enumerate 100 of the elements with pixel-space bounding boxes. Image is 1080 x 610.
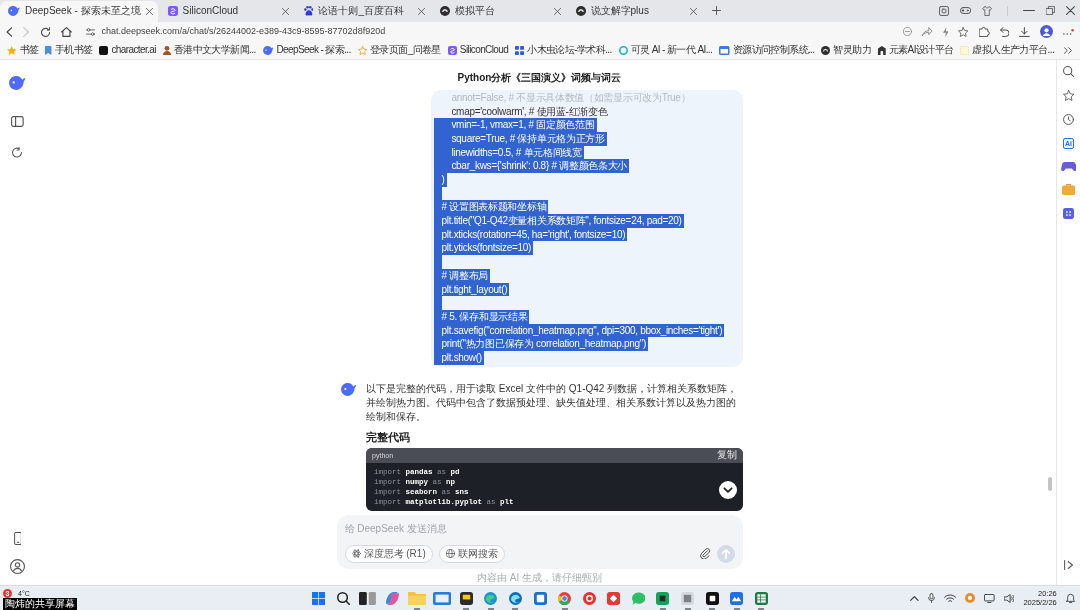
spreadsheet-icon: [754, 591, 768, 605]
wifi-icon[interactable]: [943, 594, 957, 602]
share-arrow-icon[interactable]: [922, 27, 933, 37]
search-icon: [336, 591, 350, 605]
globe-icon: [445, 549, 455, 559]
controller-icon[interactable]: [959, 7, 971, 15]
paperclip-icon[interactable]: [699, 548, 711, 560]
bookmark-link[interactable]: DeepSeek - 探索...: [262, 44, 351, 57]
speaker-icon[interactable]: [1003, 593, 1015, 603]
close-icon[interactable]: [281, 7, 289, 15]
lightning-icon[interactable]: [942, 26, 949, 37]
ring-icon: [618, 45, 628, 55]
folder-icon: [407, 591, 427, 605]
close-icon[interactable]: [417, 7, 425, 15]
browser-tab[interactable]: 说文解字plus: [567, 0, 702, 22]
star-outline-icon[interactable]: [958, 26, 969, 37]
bell-icon[interactable]: [1065, 593, 1075, 603]
whale-icon[interactable]: [9, 75, 26, 90]
bookmark-link[interactable]: character.ai: [99, 44, 156, 57]
gamepad-icon[interactable]: [1060, 161, 1077, 171]
bookmark-link[interactable]: 可灵 AI - 新一代 AI...: [618, 44, 713, 57]
microphone-icon[interactable]: [927, 593, 935, 603]
browser-tab[interactable]: SiliconCloud: [159, 0, 294, 22]
address-text[interactable]: chat.deepseek.com/a/chat/s/26244002-e389-43c9-8595-87702d8f920d: [101, 26, 386, 38]
download-icon[interactable]: [1019, 26, 1031, 37]
swirl-tile-icon: [167, 6, 178, 17]
chat-title: Python分析《三国演义》词频与词云: [457, 70, 622, 85]
toggle-button[interactable]: 联网搜索: [438, 544, 505, 563]
bookmark-link[interactable]: 小木虫论坛-学术科...: [515, 44, 612, 57]
star-outline-icon[interactable]: [1062, 89, 1075, 101]
chevron-bar-icon[interactable]: [1063, 560, 1074, 570]
square-icon[interactable]: [938, 6, 949, 16]
close-icon[interactable]: [689, 7, 697, 15]
bookmark-link[interactable]: 书签: [7, 44, 39, 57]
section-heading: 完整代码: [366, 429, 412, 444]
user-avatar-icon[interactable]: [10, 559, 25, 574]
whale-icon: [340, 382, 357, 396]
bookmark-icon: [45, 45, 52, 55]
phone-icon[interactable]: [13, 532, 22, 545]
restore-icon[interactable]: [1046, 6, 1055, 16]
window-icon: [719, 45, 730, 55]
building-icon: [878, 45, 886, 55]
undo-arrow-icon[interactable]: [999, 26, 1010, 37]
monitor-outline-icon[interactable]: [984, 593, 995, 603]
close-icon[interactable]: [1066, 6, 1075, 16]
reply-text: 以下是完整的代码，用于读取 Excel 文件中的 Q1-Q42 列数据，计算相关系数矩阵，并绘制热力图。代码中包含了数据预处理、缺失值处理、相关系数计算以及热力图的绘制和保存。: [366, 381, 739, 424]
bookmark-link[interactable]: 香港中文大学新闻...: [162, 44, 256, 57]
app-tile-icon: [705, 591, 719, 605]
grid-icon: [515, 45, 525, 55]
screen-share-label: 陶炜的共享屏幕: [3, 598, 77, 610]
chevron-up-icon[interactable]: [910, 595, 919, 601]
app-tile-icon: [656, 591, 670, 605]
shirt-icon[interactable]: [981, 6, 992, 16]
bookmark-link[interactable]: 虚拟人生产力平台...: [960, 44, 1055, 57]
dashed-square-icon: [960, 45, 970, 55]
home-icon[interactable]: [61, 26, 73, 37]
circle-logo-icon: [575, 6, 586, 17]
panel-icon[interactable]: [11, 115, 24, 127]
back-icon[interactable]: [6, 26, 13, 37]
circular-arrow-icon[interactable]: [12, 146, 23, 158]
more-icon[interactable]: [1063, 28, 1074, 35]
bookmark-link[interactable]: 元素AI设计平台: [878, 44, 954, 57]
browser-tab[interactable]: 论语十则_百度百科: [295, 0, 430, 22]
close-icon[interactable]: [553, 7, 561, 15]
profile-avatar-icon[interactable]: [1040, 25, 1054, 39]
tile-icon: [99, 45, 109, 55]
swirl-tile-icon: [447, 45, 457, 55]
bookmark-link[interactable]: 智灵助力: [821, 44, 872, 57]
clock-icon[interactable]: [1063, 113, 1074, 125]
puzzle-piece-icon[interactable]: [978, 26, 990, 38]
scrollbar-thumb[interactable]: [1048, 476, 1052, 491]
whale-icon: [262, 45, 274, 55]
segmented-circle-icon: [558, 591, 572, 605]
circle-logo-icon: [821, 45, 831, 55]
double-chevron-icon[interactable]: [1064, 46, 1072, 54]
copy-button[interactable]: 复制: [716, 449, 737, 462]
bookmark-link[interactable]: SiliconCloud: [447, 44, 509, 57]
paw-icon: [303, 6, 314, 17]
atom-icon: [351, 549, 361, 559]
bookmark-link[interactable]: 资源访问控制系统...: [719, 44, 815, 57]
site-info-icon[interactable]: [86, 27, 96, 36]
minimize-icon[interactable]: [1023, 9, 1035, 13]
bookmark-link[interactable]: 手机书签: [45, 44, 93, 57]
circle-logo-icon: [439, 6, 450, 17]
browser-tab[interactable]: DeepSeek - 探索未至之境: [0, 0, 158, 22]
windows-logo-icon: [312, 591, 326, 605]
app-tile-icon: [533, 591, 547, 605]
message-input[interactable]: 给 DeepSeek 发送消息: [344, 521, 645, 535]
browser-tab[interactable]: 模拟平台: [431, 0, 566, 22]
chevron-down-icon[interactable]: [718, 480, 737, 499]
bookmark-link[interactable]: 登录页面_问卷星: [357, 44, 441, 57]
search-icon[interactable]: [1063, 65, 1074, 77]
app-tile-icon: [730, 591, 744, 605]
app-grid-icon[interactable]: [1063, 207, 1074, 219]
toggle-button[interactable]: 深度思考 (R1): [344, 544, 433, 563]
plus-icon[interactable]: [711, 6, 721, 16]
close-icon[interactable]: [145, 7, 153, 15]
reload-icon[interactable]: [41, 26, 51, 37]
whale-icon: [8, 6, 20, 17]
person-icon: [162, 45, 171, 55]
